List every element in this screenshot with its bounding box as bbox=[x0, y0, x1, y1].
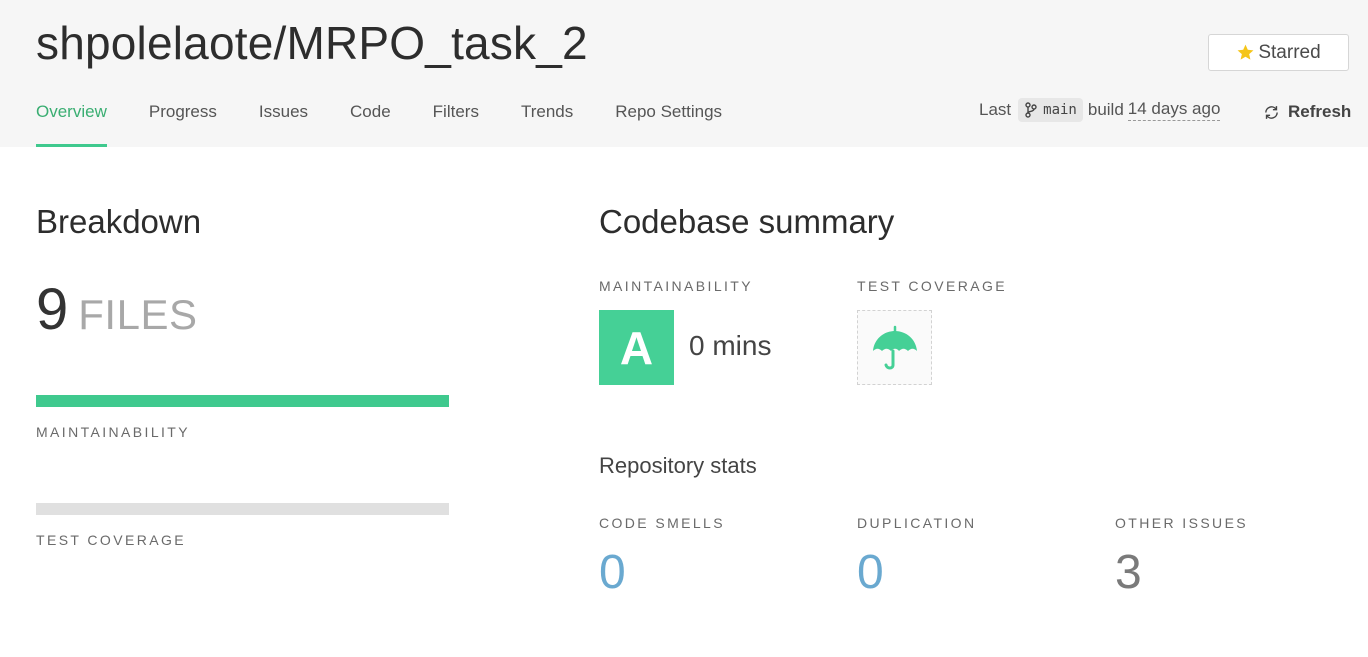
breakdown-title: Breakdown bbox=[36, 203, 202, 240]
breakdown-maintainability-label: MAINTAINABILITY bbox=[36, 424, 190, 440]
test-coverage-setup[interactable] bbox=[857, 310, 932, 385]
summary-maintainability-label: MAINTAINABILITY bbox=[599, 278, 753, 294]
build-middle: build bbox=[1087, 100, 1124, 119]
other-issues-label: OTHER ISSUES bbox=[1115, 515, 1249, 531]
maintainability-bar[interactable] bbox=[36, 395, 449, 407]
tab-overview[interactable]: Overview bbox=[36, 100, 107, 147]
summary-test-coverage-label: TEST COVERAGE bbox=[857, 278, 1007, 294]
duplication-count[interactable]: 0 bbox=[857, 545, 884, 600]
refresh-button[interactable]: Refresh bbox=[1263, 102, 1351, 122]
duplication-label: DUPLICATION bbox=[857, 515, 977, 531]
build-time-ago[interactable]: 14 days ago bbox=[1127, 99, 1221, 121]
repo-title[interactable]: shpolelaote/MRPO_task_2 bbox=[36, 16, 588, 70]
umbrella-icon bbox=[872, 325, 917, 369]
tab-progress[interactable]: Progress bbox=[149, 100, 217, 147]
tab-trends[interactable]: Trends bbox=[521, 100, 573, 147]
nav-tabs: Overview Progress Issues Code Filters Tr… bbox=[36, 100, 764, 147]
branch-badge: main bbox=[1018, 98, 1083, 122]
tab-filters[interactable]: Filters bbox=[433, 100, 479, 147]
files-count-label: FILES bbox=[78, 291, 198, 338]
branch-name: main bbox=[1043, 102, 1077, 118]
code-smells-label: CODE SMELLS bbox=[599, 515, 725, 531]
branch-icon bbox=[1025, 102, 1037, 118]
refresh-icon bbox=[1265, 105, 1278, 119]
star-icon bbox=[1237, 44, 1254, 60]
starred-label: Starred bbox=[1258, 41, 1321, 63]
last-build-info: Last main build 14 days ago bbox=[979, 98, 1221, 122]
codebase-summary-title: Codebase summary bbox=[599, 203, 895, 240]
repository-stats-title: Repository stats bbox=[599, 453, 757, 478]
files-count: 9 FILES bbox=[36, 276, 197, 343]
build-prefix: Last bbox=[979, 100, 1012, 119]
test-coverage-bar[interactable] bbox=[36, 503, 449, 515]
maintainability-bar-fill bbox=[36, 395, 449, 407]
breakdown-test-coverage-label: TEST COVERAGE bbox=[36, 532, 186, 548]
repo-header: shpolelaote/MRPO_task_2 Starred Overview… bbox=[0, 0, 1368, 147]
starred-button[interactable]: Starred bbox=[1208, 34, 1349, 71]
other-issues-count[interactable]: 3 bbox=[1115, 545, 1142, 600]
refresh-label: Refresh bbox=[1288, 102, 1352, 121]
tab-repo-settings[interactable]: Repo Settings bbox=[615, 100, 722, 147]
code-smells-count[interactable]: 0 bbox=[599, 545, 626, 600]
maintainability-grade-badge[interactable]: A bbox=[599, 310, 674, 385]
technical-debt-value: 0 mins bbox=[689, 330, 772, 361]
tab-code[interactable]: Code bbox=[350, 100, 391, 147]
files-count-number: 9 bbox=[36, 277, 69, 342]
tab-issues[interactable]: Issues bbox=[259, 100, 308, 147]
